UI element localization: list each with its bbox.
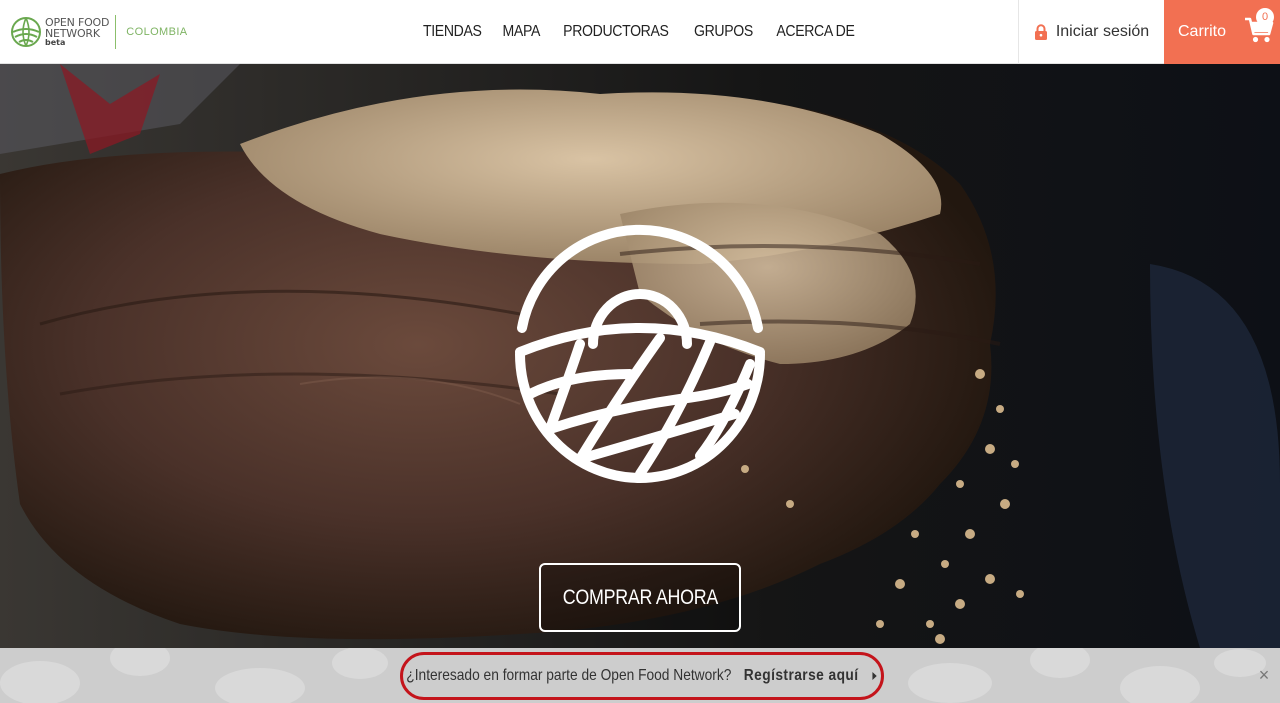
shop-now-button[interactable]: COMPRAR AHORA <box>539 563 741 632</box>
signup-banner: ¿Interesado en formar parte de Open Food… <box>0 648 1280 703</box>
hero-section: COMPRAR AHORA <box>0 64 1280 648</box>
login-label: Iniciar sesión <box>1055 23 1150 40</box>
shop-now-label: COMPRAR AHORA <box>562 585 718 609</box>
logo-divider <box>115 15 117 49</box>
nav-item-tiendas[interactable]: TIENDAS <box>423 23 482 41</box>
cart-count-badge: 0 <box>1256 8 1274 26</box>
logo-wordmark: OPEN FOOD NETWORK beta <box>45 17 109 47</box>
signup-callout-content: ¿Interesado en formar parte de Open Food… <box>407 667 878 685</box>
main-nav: TIENDAS MAPA PRODUCTORAS GRUPOS ACERCA D… <box>412 0 867 64</box>
nav-item-productoras[interactable]: PRODUCTORAS <box>563 23 669 41</box>
logo-region: COLOMBIA <box>126 26 188 38</box>
close-icon[interactable]: × <box>1256 665 1272 686</box>
register-link[interactable]: Regístrarse aquí <box>744 667 859 684</box>
logo-beta-label: beta <box>45 38 66 47</box>
site-logo[interactable]: OPEN FOOD NETWORK beta COLOMBIA <box>10 14 188 50</box>
nav-item-mapa[interactable]: MAPA <box>502 23 540 41</box>
basket-icon <box>515 224 765 483</box>
ofn-logo-icon <box>11 17 41 47</box>
lock-icon <box>1034 24 1047 40</box>
nav-item-acerca-de[interactable]: ACERCA DE <box>776 23 855 41</box>
cart-label: Carrito <box>1178 23 1227 40</box>
nav-item-grupos[interactable]: GRUPOS <box>694 23 753 41</box>
arrow-right-icon <box>873 671 878 680</box>
signup-prompt-text: ¿Interesado en formar parte de Open Food… <box>406 667 732 684</box>
login-button[interactable]: Iniciar sesión <box>1018 0 1164 64</box>
site-header: OPEN FOOD NETWORK beta COLOMBIA TIENDAS … <box>0 0 1280 64</box>
signup-callout[interactable]: ¿Interesado en formar parte de Open Food… <box>400 652 884 700</box>
